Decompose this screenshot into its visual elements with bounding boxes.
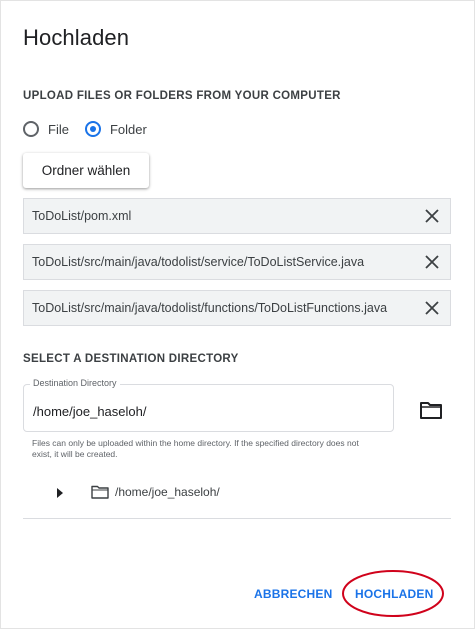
upload-dialog: Hochladen UPLOAD FILES OR FOLDERS FROM Y… xyxy=(0,0,475,629)
file-name: ToDoList/src/main/java/todolist/service/… xyxy=(32,255,365,269)
close-icon[interactable] xyxy=(414,245,450,279)
radio-folder-circle[interactable] xyxy=(84,121,101,137)
upload-type-radio-group: File Folder xyxy=(23,119,163,139)
radio-folder[interactable]: Folder xyxy=(84,121,147,137)
radio-file[interactable]: File xyxy=(23,121,69,137)
caret-right-icon[interactable] xyxy=(55,486,65,498)
file-list-item: ToDoList/src/main/java/todolist/service/… xyxy=(23,244,451,280)
cancel-button[interactable]: ABBRECHEN xyxy=(254,585,332,603)
folder-icon[interactable] xyxy=(419,400,443,420)
upload-button[interactable]: HOCHLADEN xyxy=(355,585,433,603)
upload-section-label: UPLOAD FILES OR FOLDERS FROM YOUR COMPUT… xyxy=(23,90,341,102)
tree-node-label[interactable]: /home/joe_haseloh/ xyxy=(115,485,220,499)
folder-icon xyxy=(91,485,109,499)
file-list-item: ToDoList/pom.xml xyxy=(23,198,451,234)
radio-file-circle[interactable] xyxy=(23,121,39,137)
directory-tree-node: /home/joe_haseloh/ xyxy=(55,483,220,501)
divider xyxy=(23,518,451,519)
destination-section-label: SELECT A DESTINATION DIRECTORY xyxy=(23,353,239,365)
radio-folder-label[interactable]: Folder xyxy=(110,122,147,137)
dialog-title: Hochladen xyxy=(23,25,130,50)
destination-field-label: Destination Directory xyxy=(30,378,120,388)
destination-hint: Files can only be uploaded within the ho… xyxy=(32,438,359,459)
radio-file-label[interactable]: File xyxy=(48,122,69,137)
destination-directory-field[interactable]: Destination Directory /home/joe_haseloh/ xyxy=(23,378,394,432)
close-icon[interactable] xyxy=(414,199,450,233)
file-name: ToDoList/pom.xml xyxy=(32,209,132,223)
destination-field-value[interactable]: /home/joe_haseloh/ xyxy=(33,404,146,419)
file-name: ToDoList/src/main/java/todolist/function… xyxy=(32,301,388,315)
file-list-item: ToDoList/src/main/java/todolist/function… xyxy=(23,290,451,326)
close-icon[interactable] xyxy=(414,291,450,325)
choose-folder-button[interactable]: Ordner wählen xyxy=(23,153,149,188)
